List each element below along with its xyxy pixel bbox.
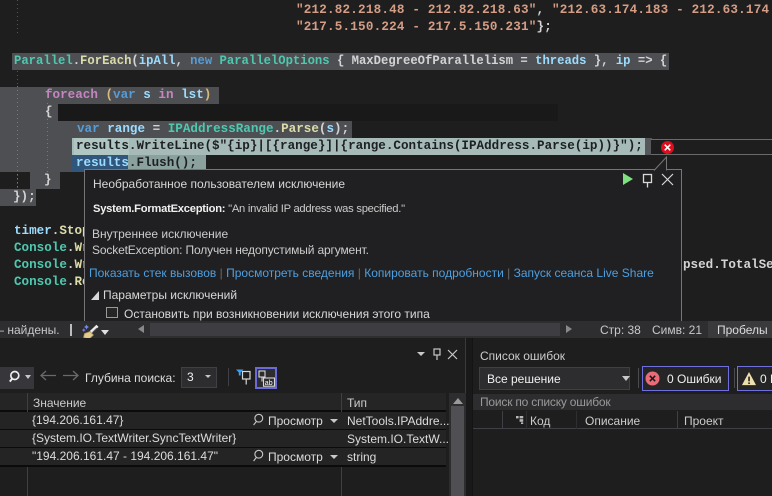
svg-text:ab: ab bbox=[264, 379, 272, 386]
